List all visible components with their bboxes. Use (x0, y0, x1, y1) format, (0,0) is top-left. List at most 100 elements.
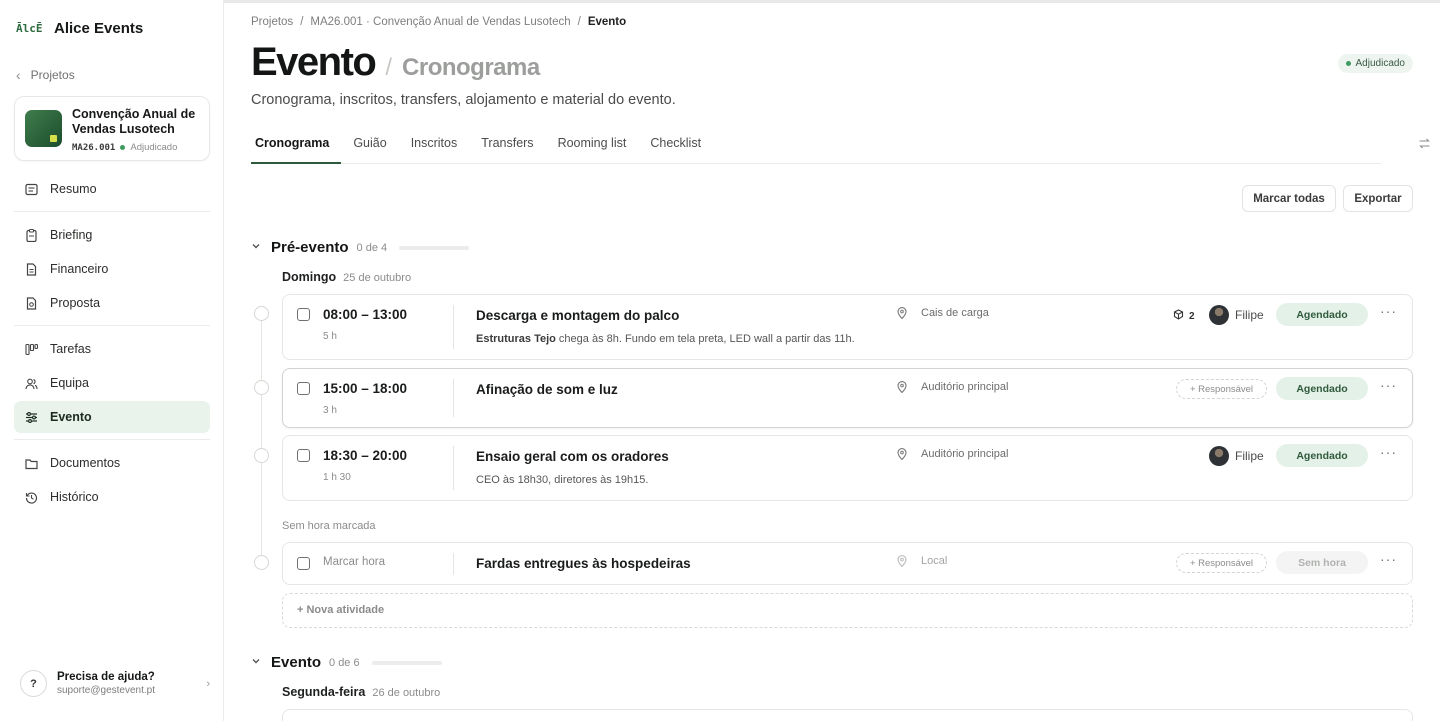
sidebar-item-evento[interactable]: Evento (14, 401, 210, 433)
status-button[interactable]: Sem hora (1276, 551, 1368, 574)
status-badge-label: Adjudicado (1355, 58, 1405, 69)
page-description: Cronograma, inscritos, transfers, alojam… (251, 92, 676, 108)
status-button[interactable]: Agendado (1276, 444, 1368, 467)
activity-title[interactable]: Afinação de som e luz (476, 382, 618, 397)
divider (453, 446, 454, 490)
day-date: 26 de outubro (372, 687, 441, 699)
new-activity-button[interactable]: + Nova atividade (282, 593, 1413, 628)
activity-checkbox[interactable] (297, 382, 310, 395)
status-dot-icon (1345, 61, 1351, 66)
status-badge: Adjudicado (1337, 54, 1413, 73)
tab-guiao[interactable]: Guião (341, 128, 398, 164)
project-title: Convenção Anual de Vendas Lusotech (72, 107, 196, 136)
day-name: Domingo (282, 270, 337, 284)
sidebar-item-label: Evento (50, 410, 92, 424)
divider (14, 211, 210, 212)
help-box[interactable]: ? Precisa de ajuda? suporte@gestevent.pt… (20, 670, 210, 697)
activity-location[interactable]: Local (897, 555, 947, 567)
activity-location[interactable]: Cais de carga (897, 307, 989, 319)
swap-settings-icon[interactable] (1418, 137, 1431, 153)
day-header: Domingo 25 de outubro (282, 270, 411, 284)
sidebar-item-historico[interactable]: Histórico (14, 481, 210, 513)
assignee[interactable]: Filipe (1209, 446, 1264, 466)
activity-checkbox[interactable] (297, 557, 310, 570)
kanban-icon (24, 342, 38, 356)
activity-row[interactable] (282, 709, 1413, 721)
proposal-icon (24, 296, 38, 310)
sidebar-item-resumo[interactable]: Resumo (14, 173, 210, 205)
activity-title[interactable]: Fardas entregues às hospedeiras (476, 556, 691, 571)
assignee-name: Filipe (1235, 449, 1264, 463)
project-thumbnail (25, 110, 62, 147)
tab-cronograma[interactable]: Cronograma (251, 128, 342, 164)
activity-checkbox[interactable] (297, 449, 310, 462)
activity-row[interactable]: 08:00 – 13:00 5 h Descarga e montagem do… (282, 294, 1413, 360)
activity-time[interactable]: 18:30 – 20:00 (323, 448, 407, 463)
tab-rooming-list[interactable]: Rooming list (546, 128, 639, 164)
assignee[interactable]: Filipe (1209, 305, 1264, 325)
more-options-icon[interactable]: ··· (1380, 551, 1397, 567)
activity-duration: 3 h (323, 405, 337, 416)
sidebar-item-briefing[interactable]: Briefing (14, 219, 210, 251)
activity-description: Estruturas Tejo chega às 8h. Fundo em te… (476, 333, 855, 345)
main-content: Projetos / MA26.001 · Convenção Anual de… (224, 0, 1440, 721)
app-name: Alice Events (54, 20, 144, 37)
breadcrumb: Projetos / MA26.001 · Convenção Anual de… (251, 16, 626, 28)
chevron-right-icon: › (206, 677, 210, 690)
tab-checklist[interactable]: Checklist (638, 128, 713, 164)
status-button[interactable]: Agendado (1276, 377, 1368, 400)
location-label: Cais de carga (921, 307, 989, 319)
activity-row[interactable]: Marcar hora Fardas entregues às hospedei… (282, 542, 1413, 585)
activity-location[interactable]: Auditório principal (897, 448, 1008, 460)
status-button[interactable]: Agendado (1276, 303, 1368, 326)
activity-title[interactable]: Ensaio geral com os oradores (476, 449, 669, 464)
sidebar-item-documentos[interactable]: Documentos (14, 447, 210, 479)
tab-inscritos[interactable]: Inscritos (399, 128, 470, 164)
sidebar-item-proposta[interactable]: Proposta (14, 287, 210, 319)
location-label: Auditório principal (921, 448, 1009, 460)
brand[interactable]: ĀlcĒ Alice Events (16, 20, 143, 37)
activity-row[interactable]: 15:00 – 18:00 3 h Afinação de som e luz … (282, 368, 1413, 428)
breadcrumb-project[interactable]: MA26.001 · Convenção Anual de Vendas Lus… (310, 16, 570, 28)
chevron-down-icon (251, 241, 263, 254)
tab-transfers[interactable]: Transfers (469, 128, 545, 164)
more-options-icon[interactable]: ··· (1380, 303, 1397, 319)
back-to-projects-link[interactable]: ‹ Projetos (16, 67, 75, 83)
no-time-label: Sem hora marcada (282, 520, 376, 532)
export-button[interactable]: Exportar (1343, 185, 1413, 212)
sidebar-item-tarefas[interactable]: Tarefas (14, 333, 210, 365)
help-title: Precisa de ajuda? (57, 671, 155, 683)
project-card[interactable]: Convenção Anual de Vendas Lusotech MA26.… (14, 96, 210, 161)
sidebar: ĀlcĒ Alice Events ‹ Projetos Convenção A… (0, 0, 224, 721)
set-time-button[interactable]: Marcar hora (323, 556, 385, 568)
more-options-icon[interactable]: ··· (1380, 444, 1397, 460)
add-responsible-button[interactable]: + Responsável (1176, 379, 1267, 399)
sidebar-item-label: Equipa (50, 376, 89, 390)
section-progress-bar (399, 245, 470, 250)
more-options-icon[interactable]: ··· (1380, 377, 1397, 393)
sliders-icon (24, 410, 38, 424)
sidebar-item-label: Financeiro (50, 262, 109, 276)
activity-location[interactable]: Auditório principal (897, 381, 1008, 393)
tab-bar: Cronograma Guião Inscritos Transfers Roo… (251, 128, 1381, 164)
activity-time[interactable]: 15:00 – 18:00 (323, 381, 407, 396)
divider (14, 325, 210, 326)
sidebar-item-label: Histórico (50, 490, 99, 504)
activity-description: CEO às 18h30, diretores às 19h15. (476, 474, 649, 486)
section-header-evento[interactable]: Evento 0 de 6 (251, 654, 442, 671)
chevron-down-icon (251, 656, 263, 669)
activity-time[interactable]: 08:00 – 13:00 (323, 307, 407, 322)
sidebar-item-financeiro[interactable]: Financeiro (14, 253, 210, 285)
breadcrumb-projects[interactable]: Projetos (251, 16, 293, 28)
resources-count[interactable]: 2 (1173, 309, 1195, 323)
activity-title[interactable]: Descarga e montagem do palco (476, 308, 679, 323)
section-progress-bar (371, 660, 442, 665)
sidebar-item-equipa[interactable]: Equipa (14, 367, 210, 399)
activity-checkbox[interactable] (297, 308, 310, 321)
back-label: Projetos (30, 68, 75, 82)
project-code: MA26.001 (72, 142, 116, 153)
activity-row[interactable]: 18:30 – 20:00 1 h 30 Ensaio geral com os… (282, 435, 1413, 501)
mark-all-button[interactable]: Marcar todas (1242, 185, 1336, 212)
section-header-pre-evento[interactable]: Pré-evento 0 de 4 (251, 239, 470, 256)
add-responsible-button[interactable]: + Responsável (1176, 553, 1267, 573)
